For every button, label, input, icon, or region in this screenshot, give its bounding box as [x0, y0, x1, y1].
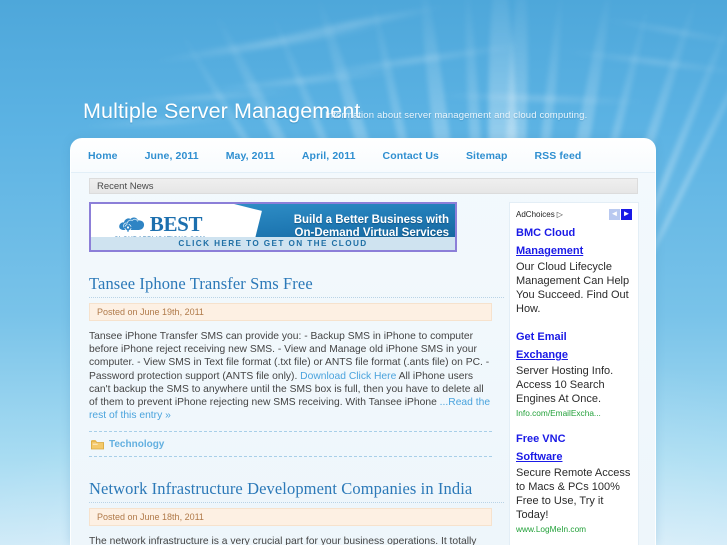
- article-category-row: Technology: [89, 439, 504, 450]
- site-tagline: Information about server management and …: [325, 110, 588, 121]
- page-title: Multiple Server Management: [83, 99, 361, 123]
- sidebar-ad-title-line2[interactable]: Exchange: [516, 349, 568, 361]
- ad-prev-arrow-icon[interactable]: ◄: [609, 208, 620, 220]
- sidebar-ad-title-line2[interactable]: Management: [516, 245, 583, 257]
- sidebar-ad-title-line2[interactable]: Software: [516, 451, 562, 463]
- nav-item-rss-feed[interactable]: RSS feed: [535, 150, 582, 162]
- sidebar-ad-title[interactable]: BMC Cloud: [516, 227, 575, 239]
- download-link[interactable]: Download Click Here: [300, 371, 396, 382]
- title-divider: [89, 297, 504, 298]
- sidebar-ad-url: Info.com/EmailExcha...: [516, 408, 601, 418]
- nav-item-home[interactable]: Home: [88, 150, 118, 162]
- cloud-gear-icon: [118, 216, 144, 232]
- ad-next-arrow-icon[interactable]: ►: [621, 208, 632, 220]
- sidebar-ad-description: Secure Remote Access to Macs & PCs 100% …: [516, 467, 631, 521]
- article-post: Tansee Iphone Transfer Sms Free Posted o…: [89, 274, 504, 458]
- category-divider-top: [89, 431, 492, 433]
- recent-news-bar: Recent News: [89, 178, 638, 194]
- banner-advertisement[interactable]: BEST CLOUDAPPLICATIONS.COM Build a Bette…: [89, 202, 457, 252]
- nav-item-may-2011[interactable]: May, 2011: [226, 150, 275, 162]
- article-posted-date: Posted on June 18th, 2011: [89, 508, 492, 527]
- main-navigation: Home June, 2011 May, 2011 April, 2011 Co…: [71, 139, 655, 173]
- title-divider: [89, 502, 504, 504]
- sidebar-ad-title[interactable]: Get Email: [516, 331, 567, 343]
- nav-item-june-2011[interactable]: June, 2011: [145, 150, 199, 162]
- content-panel: Home June, 2011 May, 2011 April, 2011 Co…: [70, 138, 656, 545]
- nav-item-contact-us[interactable]: Contact Us: [383, 150, 439, 162]
- site-header: Multiple Server Management Information a…: [0, 0, 727, 138]
- sidebar-ad-description: Server Hosting Info. Access 10 Search En…: [516, 365, 614, 405]
- sidebar-ad-title[interactable]: Free VNC: [516, 433, 566, 445]
- article-title-link[interactable]: Tansee Iphone Transfer Sms Free: [89, 274, 313, 293]
- adchoices-row: AdChoices ▷ ◄ ►: [516, 208, 632, 220]
- sidebar-ad-description: Our Cloud Lifecycle Management Can Help …: [516, 261, 630, 315]
- nav-item-sitemap[interactable]: Sitemap: [466, 150, 508, 162]
- sidebar: AdChoices ▷ ◄ ► BMC Cloud Management Our…: [509, 202, 639, 545]
- sidebar-ad: BMC Cloud Management Our Cloud Lifecycle…: [516, 223, 632, 316]
- article-title: Tansee Iphone Transfer Sms Free: [89, 274, 504, 294]
- article-title-link[interactable]: Network Infrastructure Development Compa…: [89, 479, 472, 498]
- sidebar-ad-url: www.LogMeIn.com: [516, 524, 587, 534]
- advertisement-unit: AdChoices ▷ ◄ ► BMC Cloud Management Our…: [509, 202, 639, 545]
- banner-brand-word: BEST: [149, 211, 203, 236]
- adchoices-triangle-icon[interactable]: ▷: [557, 210, 563, 219]
- content-column: BEST CLOUDAPPLICATIONS.COM Build a Bette…: [89, 202, 504, 545]
- banner-headline-line1: Build a Better Business with: [293, 214, 449, 226]
- article-posted-date: Posted on June 19th, 2011: [89, 303, 492, 321]
- category-divider-bottom: [89, 456, 492, 458]
- recent-news-label: Recent News: [97, 180, 154, 192]
- article-title: Network Infrastructure Development Compa…: [89, 479, 504, 499]
- banner-cta-button[interactable]: CLICK HERE TO GET ON THE CLOUD: [91, 237, 455, 250]
- sidebar-ad: Get Email Exchange Server Hosting Info. …: [516, 327, 632, 418]
- category-link-technology[interactable]: Technology: [109, 439, 164, 450]
- adchoices-label[interactable]: AdChoices: [516, 210, 555, 219]
- folder-icon: [91, 440, 104, 450]
- article-post: Network Infrastructure Development Compa…: [89, 479, 504, 545]
- article-body: Tansee iPhone Transfer SMS can provide y…: [89, 330, 492, 422]
- article-body: The network infrastructure is a very cru…: [89, 536, 477, 545]
- sidebar-ad: Free VNC Software Secure Remote Access t…: [516, 429, 632, 534]
- ad-carousel-controls: ◄ ►: [609, 208, 632, 220]
- nav-item-april-2011[interactable]: April, 2011: [302, 150, 356, 162]
